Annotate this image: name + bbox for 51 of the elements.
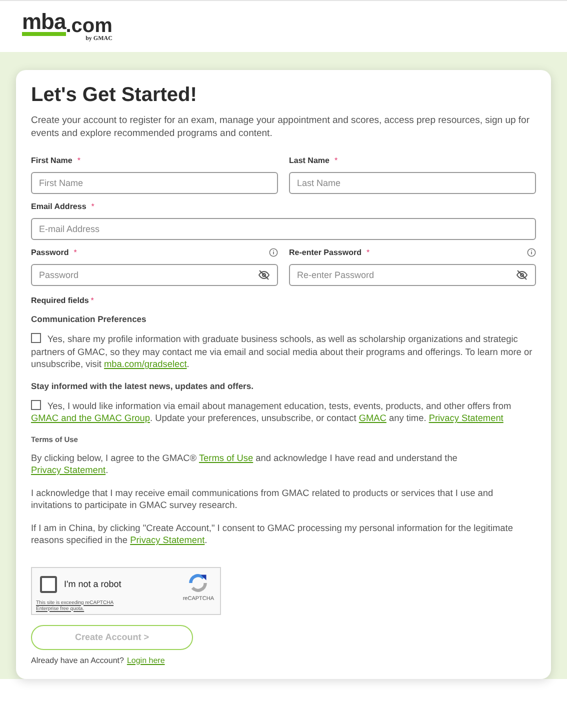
input-field[interactable]: E-mail Address <box>31 218 536 240</box>
placeholder: Password <box>39 270 79 280</box>
text-link[interactable]: GMAC <box>358 413 386 423</box>
logo-text: mba <box>22 12 66 36</box>
intro-text: Create your account to register for an exam, manage your appointment and scores, access prep resources, sign up for events and explore recommended programs and content. <box>31 114 530 140</box>
text-link[interactable]: Privacy Statement <box>428 413 504 423</box>
field-label: Password <box>31 248 69 256</box>
input-field[interactable]: Last Name <box>289 172 536 194</box>
input-field[interactable]: First Name <box>31 172 278 194</box>
info-icon[interactable] <box>527 248 536 256</box>
field-label: Last Name <box>289 156 330 164</box>
placeholder: E-mail Address <box>39 224 100 234</box>
logo-text: .com <box>66 16 112 36</box>
placeholder: Re-enter Password <box>297 270 374 280</box>
field-label: Re-enter Password <box>289 248 362 256</box>
consent-text: Yes, share my profile information with graduate business schools, as well as scholarship organizations and strategic partners of GMAC, so they may contact me via email and social media about their programs and offerings. To learn more or unsubscribe, visit mba.com/gradselect. <box>31 333 534 370</box>
page-title: Let's Get Started! <box>31 84 198 107</box>
checkbox[interactable] <box>31 400 41 410</box>
text-link[interactable]: mba.com/gradselect <box>104 359 187 369</box>
checkbox[interactable] <box>31 333 41 343</box>
info-icon[interactable] <box>269 248 278 256</box>
required-mark: * <box>334 156 338 164</box>
captcha-label: I'm not a robot <box>64 579 122 589</box>
required-mark: * <box>74 248 77 256</box>
field-label: First Name <box>31 156 72 164</box>
input-field[interactable]: Password <box>31 264 278 286</box>
required-mark: * <box>77 156 80 164</box>
captcha-logo-icon <box>187 572 210 594</box>
terms-text: I acknowledge that I may receive email communications from GMAC related to products or services that I use and invitations to participate in GMAC survey research. <box>31 486 494 512</box>
input-field[interactable]: Re-enter Password <box>289 264 536 286</box>
terms-text: By clicking below, I agree to the GMAC® Terms of Use and acknowledge I have read and understand the Privacy Statement. <box>31 452 458 476</box>
login-prompt: Already have an Account? <box>31 656 124 664</box>
text-link[interactable]: Privacy Statement <box>31 465 106 475</box>
field-label: Email Address <box>31 202 86 210</box>
terms-text: If I am in China, by clicking "Create Account," I consent to GMAC processing my personal information for the legitimate reasons specified in the Privacy Statement. <box>31 522 514 546</box>
placeholder: Last Name <box>297 178 341 188</box>
required-mark: * <box>366 248 370 256</box>
required-mark: * <box>91 202 94 210</box>
placeholder: First Name <box>39 178 84 188</box>
consent-text: Yes, I would like information via email about management education, tests, events, products, and other offers from GMAC and the GMAC Group. Update your preferences, unsubscribe, or contact GMAC any time. Privacy Statement <box>31 400 512 424</box>
text-link[interactable]: GMAC and the GMAC Group <box>31 413 150 423</box>
required-mark: * <box>90 296 94 305</box>
text-link[interactable]: Terms of Use <box>198 452 254 462</box>
login-link[interactable]: Login here <box>126 656 165 664</box>
required-note: Required fields <box>31 296 89 305</box>
text-link[interactable]: Privacy Statement <box>130 535 205 545</box>
section-heading: Stay informed with the latest news, updates and offers. <box>31 380 254 390</box>
hidden-eye-icon[interactable] <box>258 270 270 280</box>
hidden-eye-icon[interactable] <box>516 270 528 280</box>
section-heading: Communication Preferences <box>31 314 148 324</box>
checkbox[interactable] <box>40 576 57 592</box>
